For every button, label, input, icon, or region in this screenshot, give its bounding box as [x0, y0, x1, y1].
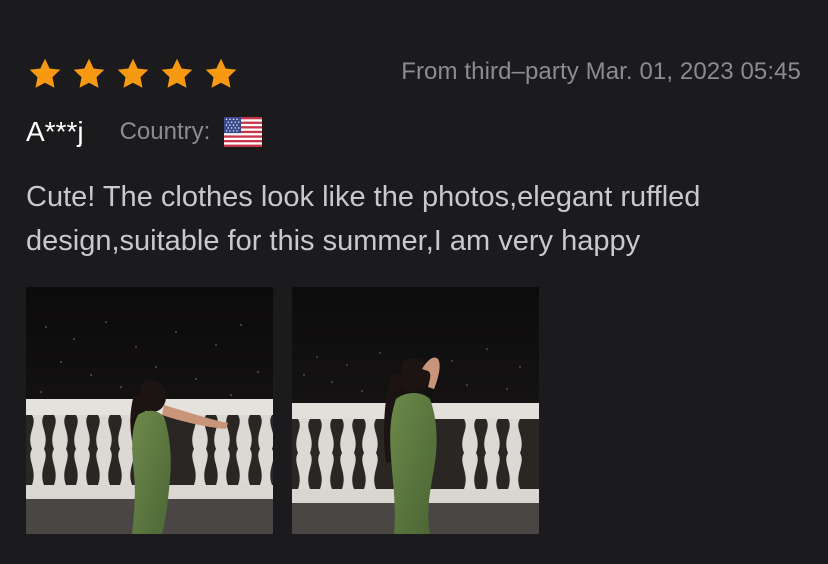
review-photo-2[interactable]	[292, 287, 539, 534]
review-source-date: From third–party Mar. 01, 2023 05:45	[401, 58, 801, 85]
review-photos	[26, 287, 539, 534]
review-photo-1[interactable]	[26, 287, 273, 534]
star-rating	[27, 56, 239, 92]
country-label: Country:	[119, 118, 211, 145]
review-card: From third–party Mar. 01, 2023 05:45 A**…	[0, 0, 828, 564]
us-flag-icon	[224, 117, 263, 147]
star-icon	[117, 58, 149, 88]
star-icon	[29, 58, 61, 88]
star-icon	[205, 58, 237, 88]
author-name: A***j	[26, 116, 84, 147]
star-icon	[73, 58, 105, 88]
review-text: Cute! The clothes look like the photos,e…	[26, 181, 701, 257]
star-icon	[161, 58, 193, 88]
author-row: A***j Country:	[26, 116, 263, 148]
